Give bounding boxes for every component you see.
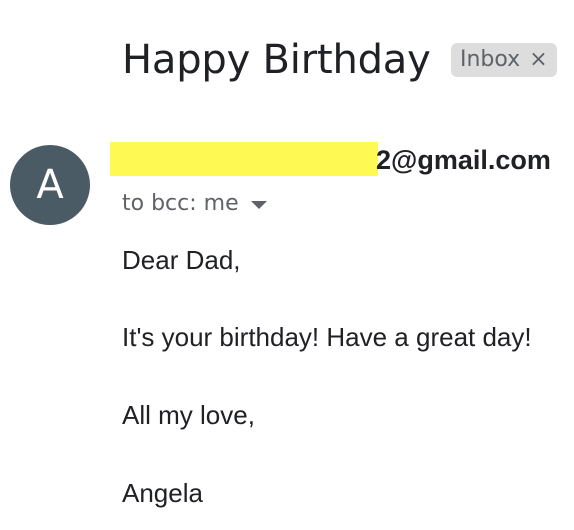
redaction-highlight	[110, 142, 378, 176]
recipient-details-toggle[interactable]: to bcc: me	[122, 189, 267, 219]
caret-down-icon[interactable]	[250, 201, 267, 209]
recipient-text: to bcc: me	[122, 191, 239, 216]
avatar-initial: A	[36, 162, 64, 208]
label-text: Inbox	[460, 47, 521, 72]
close-icon[interactable]: ×	[529, 43, 547, 77]
body-line-message: It's your birthday! Have a great day!	[122, 322, 532, 352]
sender-row: 2@gmail.com	[110, 142, 570, 178]
body-line-closing: All my love,	[122, 400, 255, 430]
inbox-label-chip[interactable]: Inbox ×	[451, 43, 557, 77]
body-line-greeting: Dear Dad,	[122, 245, 241, 275]
body-line-signature: Angela	[122, 478, 203, 508]
avatar: A	[10, 145, 90, 225]
subject-header: Happy Birthday Inbox ×	[122, 36, 562, 86]
sender-email[interactable]: 2@gmail.com	[376, 144, 551, 176]
email-subject: Happy Birthday	[122, 37, 431, 83]
